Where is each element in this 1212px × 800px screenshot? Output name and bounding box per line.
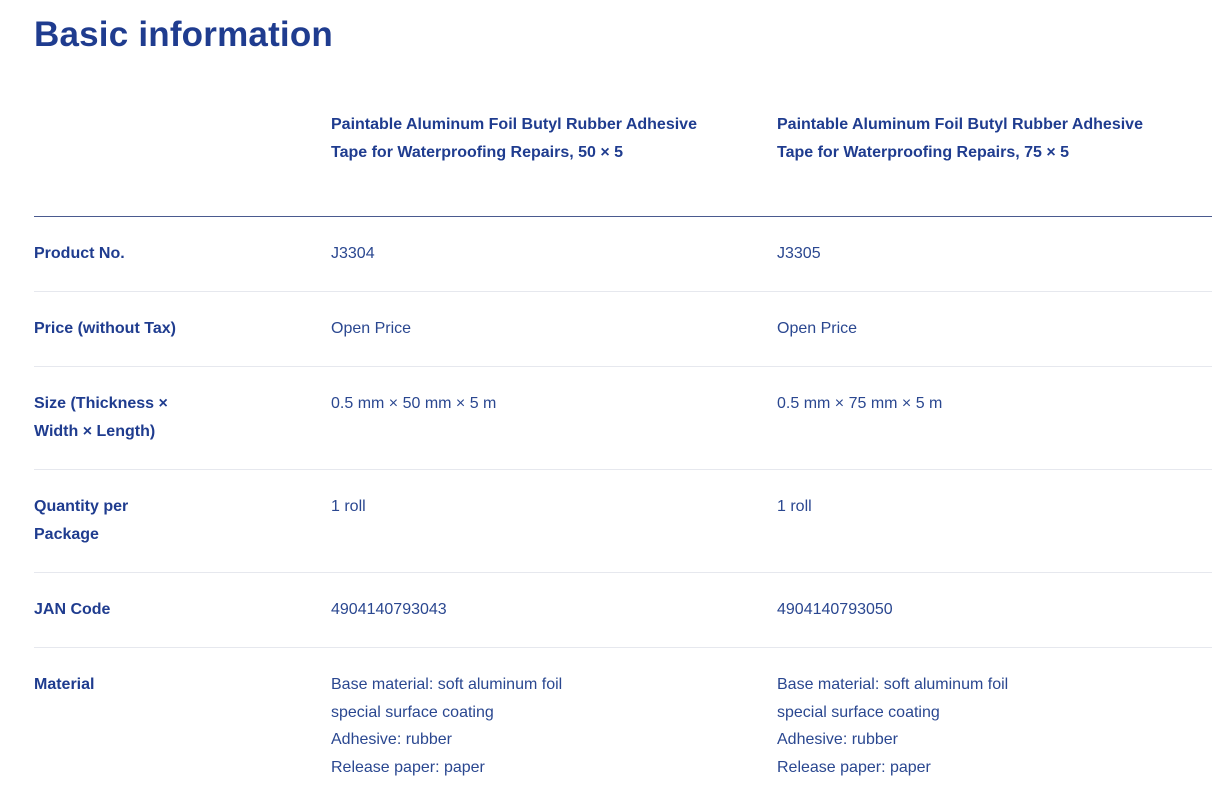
material-cell-75x5: Base material: soft aluminum foil specia…: [777, 648, 1212, 798]
column-header-50x5: Paintable Aluminum Foil Butyl Rubber Adh…: [331, 100, 777, 216]
material-line: Base material: soft aluminum foil: [777, 676, 1009, 693]
cell-value: 4904140793043: [331, 601, 447, 618]
table-row-jan-code: JAN Code 4904140793043 4904140793050: [34, 573, 1212, 648]
cell-value: J3304: [331, 245, 375, 262]
material-line: Base material: soft aluminum foil: [331, 676, 563, 693]
row-label: Product No.: [34, 245, 125, 262]
cell-value: 4904140793050: [777, 601, 893, 618]
cell-value: 0.5 mm × 50 mm × 5 m: [331, 395, 497, 412]
material-line: Release paper: paper: [777, 758, 931, 776]
material-cell-50x5: Base material: soft aluminum foil specia…: [331, 648, 777, 798]
spec-table: Paintable Aluminum Foil Butyl Rubber Adh…: [34, 100, 1212, 798]
row-label: Size (Thickness × Width × Length): [34, 395, 168, 440]
column-header-75x5: Paintable Aluminum Foil Butyl Rubber Adh…: [777, 100, 1212, 216]
table-row-size: Size (Thickness × Width × Length) 0.5 mm…: [34, 367, 1212, 470]
row-label-cell: Size (Thickness × Width × Length): [34, 367, 331, 469]
cell-value: Open Price: [331, 320, 412, 337]
table-header-row: Paintable Aluminum Foil Butyl Rubber Adh…: [34, 100, 1212, 217]
header-empty-cell: [34, 100, 331, 216]
row-label: Price (without Tax): [34, 320, 176, 337]
row-label: Material: [34, 676, 95, 693]
cell-value: J3305: [777, 245, 821, 262]
cell-value: Open Price: [777, 320, 858, 337]
page-title: Basic information: [34, 15, 334, 54]
table-row-quantity: Quantity per Package 1 roll 1 roll: [34, 470, 1212, 573]
cell-value: 1 roll: [777, 498, 812, 515]
material-line: Release paper: paper: [331, 758, 485, 776]
material-line: Adhesive: rubber: [331, 731, 452, 748]
table-row-product-no: Product No. J3304 J3305: [34, 217, 1212, 292]
material-line: special surface coating: [331, 703, 494, 721]
cell-value: 1 roll: [331, 498, 366, 515]
material-line: Adhesive: rubber: [777, 731, 898, 748]
cell-value: 0.5 mm × 75 mm × 5 m: [777, 395, 943, 412]
row-label: Quantity per Package: [34, 498, 129, 543]
table-row-material: Material Base material: soft aluminum fo…: [34, 648, 1212, 798]
row-label-cell: Quantity per Package: [34, 470, 331, 572]
table-row-price: Price (without Tax) Open Price Open Pric…: [34, 292, 1212, 367]
row-label: JAN Code: [34, 601, 111, 618]
column-header-label: Paintable Aluminum Foil Butyl Rubber Adh…: [777, 116, 1143, 161]
material-line: special surface coating: [777, 703, 940, 721]
column-header-label: Paintable Aluminum Foil Butyl Rubber Adh…: [331, 116, 697, 161]
